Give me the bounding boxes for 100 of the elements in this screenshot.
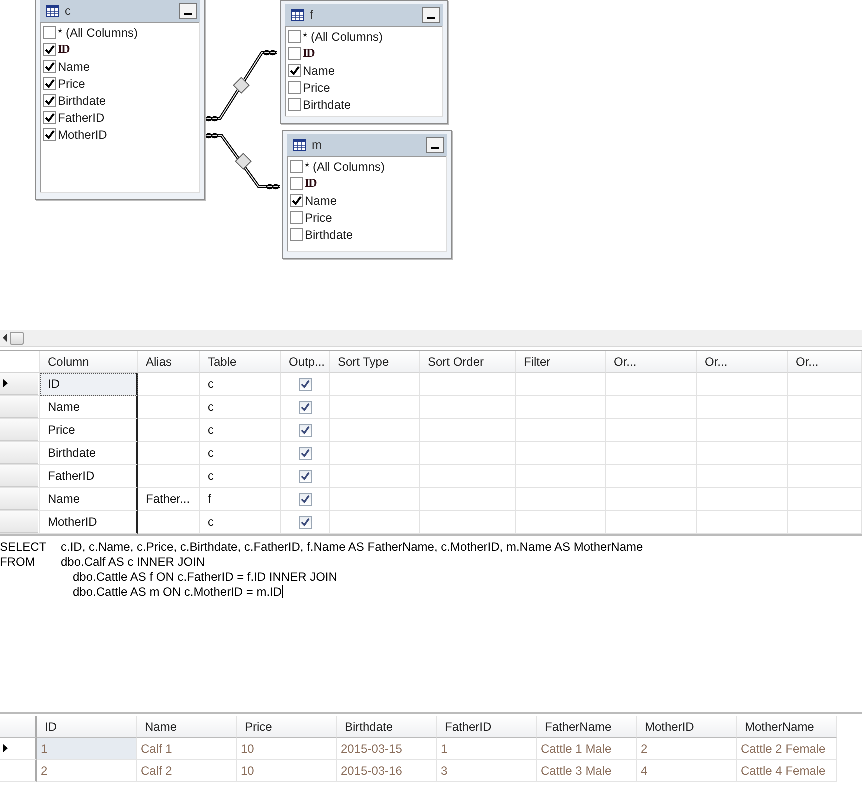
output-checkbox[interactable] <box>298 378 312 390</box>
result-cell[interactable]: 1 <box>37 738 137 760</box>
grid-cell[interactable] <box>330 373 420 396</box>
column-header[interactable]: Alias <box>138 351 200 373</box>
grid-cell[interactable] <box>606 442 697 465</box>
result-cell[interactable]: 4 <box>637 760 737 782</box>
grid-cell[interactable]: c <box>200 442 281 465</box>
grid-cell[interactable] <box>788 419 862 442</box>
column-header[interactable]: Or... <box>606 351 697 373</box>
grid-cell[interactable] <box>420 442 516 465</box>
minimize-button[interactable] <box>426 137 444 153</box>
table-title-bar[interactable]: c <box>40 0 200 22</box>
grid-cell[interactable] <box>420 396 516 419</box>
grid-cell[interactable] <box>138 511 200 534</box>
result-cell[interactable]: 2 <box>37 760 137 782</box>
grid-cell[interactable] <box>788 396 862 419</box>
column-checkbox[interactable] <box>43 26 56 39</box>
grid-cell[interactable]: c <box>200 465 281 488</box>
grid-cell[interactable] <box>788 442 862 465</box>
column-checkbox[interactable] <box>43 77 56 90</box>
grid-cell[interactable] <box>606 465 697 488</box>
grid-cell[interactable] <box>606 511 697 534</box>
output-checkbox[interactable] <box>298 492 312 506</box>
grid-cell[interactable] <box>138 419 200 442</box>
grid-cell[interactable] <box>516 511 606 534</box>
minimize-button[interactable] <box>179 3 197 19</box>
grid-cell[interactable] <box>606 396 697 419</box>
grid-cell[interactable] <box>138 396 200 419</box>
result-cell[interactable]: 2 <box>637 738 737 760</box>
column-checkbox[interactable] <box>290 194 303 207</box>
column-header[interactable]: Sort Order <box>420 351 516 373</box>
column-header[interactable]: Sort Type <box>330 351 420 373</box>
grid-cell[interactable]: c <box>200 419 281 442</box>
grid-cell[interactable] <box>330 442 420 465</box>
grid-cell[interactable] <box>697 511 788 534</box>
column-checkbox[interactable] <box>43 60 56 73</box>
grid-cell[interactable] <box>330 488 420 511</box>
result-cell[interactable]: Calf 2 <box>137 760 237 782</box>
grid-cell[interactable]: Price <box>40 419 138 442</box>
grid-cell[interactable] <box>330 465 420 488</box>
grid-cell[interactable] <box>516 488 606 511</box>
grid-cell[interactable] <box>420 465 516 488</box>
output-checkbox[interactable] <box>298 470 312 482</box>
grid-cell[interactable] <box>788 465 862 488</box>
column-checkbox[interactable] <box>288 64 301 77</box>
table-title-bar[interactable]: m <box>287 134 447 156</box>
grid-cell[interactable] <box>606 488 697 511</box>
column-header[interactable]: ID <box>37 716 137 738</box>
grid-cell[interactable] <box>697 419 788 442</box>
grid-cell[interactable] <box>697 465 788 488</box>
grid-cell[interactable]: c <box>200 511 281 534</box>
grid-cell[interactable] <box>420 373 516 396</box>
grid-cell[interactable] <box>516 373 606 396</box>
grid-cell[interactable] <box>138 442 200 465</box>
grid-cell[interactable] <box>330 396 420 419</box>
output-checkbox[interactable] <box>298 446 312 460</box>
table-window[interactable]: f * (All Columns) ID Name Price Birthdate <box>280 0 448 124</box>
grid-cell[interactable] <box>516 396 606 419</box>
column-checkbox[interactable] <box>290 228 303 241</box>
column-checkbox[interactable] <box>290 160 303 173</box>
column-header[interactable]: FatherID <box>437 716 537 738</box>
row-header[interactable] <box>0 738 37 760</box>
column-header[interactable]: Or... <box>697 351 788 373</box>
column-header[interactable]: Column <box>40 351 138 373</box>
grid-cell[interactable] <box>138 373 200 396</box>
scroll-thumb[interactable] <box>10 332 24 344</box>
grid-cell[interactable] <box>138 465 200 488</box>
grid-cell[interactable] <box>606 419 697 442</box>
column-checkbox[interactable] <box>43 43 56 56</box>
column-checkbox[interactable] <box>288 47 301 60</box>
grid-cell[interactable]: c <box>200 373 281 396</box>
grid-cell[interactable] <box>516 465 606 488</box>
column-checkbox[interactable] <box>290 211 303 224</box>
column-header[interactable]: Table <box>200 351 281 373</box>
column-checkbox[interactable] <box>288 81 301 94</box>
grid-cell[interactable] <box>788 373 862 396</box>
result-cell[interactable]: Cattle 2 Female <box>737 738 837 760</box>
grid-cell[interactable]: Name <box>40 396 138 419</box>
grid-cell[interactable] <box>420 488 516 511</box>
column-header[interactable]: Or... <box>788 351 862 373</box>
grid-cell[interactable]: c <box>200 396 281 419</box>
grid-cell[interactable] <box>420 419 516 442</box>
output-checkbox[interactable] <box>298 424 312 436</box>
grid-cell[interactable] <box>697 396 788 419</box>
column-header[interactable]: Price <box>237 716 337 738</box>
minimize-button[interactable] <box>422 7 440 23</box>
grid-cell[interactable]: f <box>200 488 281 511</box>
column-header[interactable]: Outp... <box>281 351 330 373</box>
result-cell[interactable]: Cattle 3 Male <box>537 760 637 782</box>
output-checkbox[interactable] <box>298 516 312 528</box>
grid-cell[interactable]: Father... <box>138 488 200 511</box>
grid-cell[interactable] <box>697 488 788 511</box>
column-checkbox[interactable] <box>290 177 303 190</box>
grid-cell[interactable] <box>788 511 862 534</box>
result-cell[interactable]: 2015-03-15 <box>337 738 437 760</box>
grid-cell[interactable] <box>516 419 606 442</box>
result-cell[interactable]: 1 <box>437 738 537 760</box>
result-cell[interactable]: 3 <box>437 760 537 782</box>
column-checkbox[interactable] <box>288 30 301 43</box>
result-cell[interactable]: 10 <box>237 738 337 760</box>
